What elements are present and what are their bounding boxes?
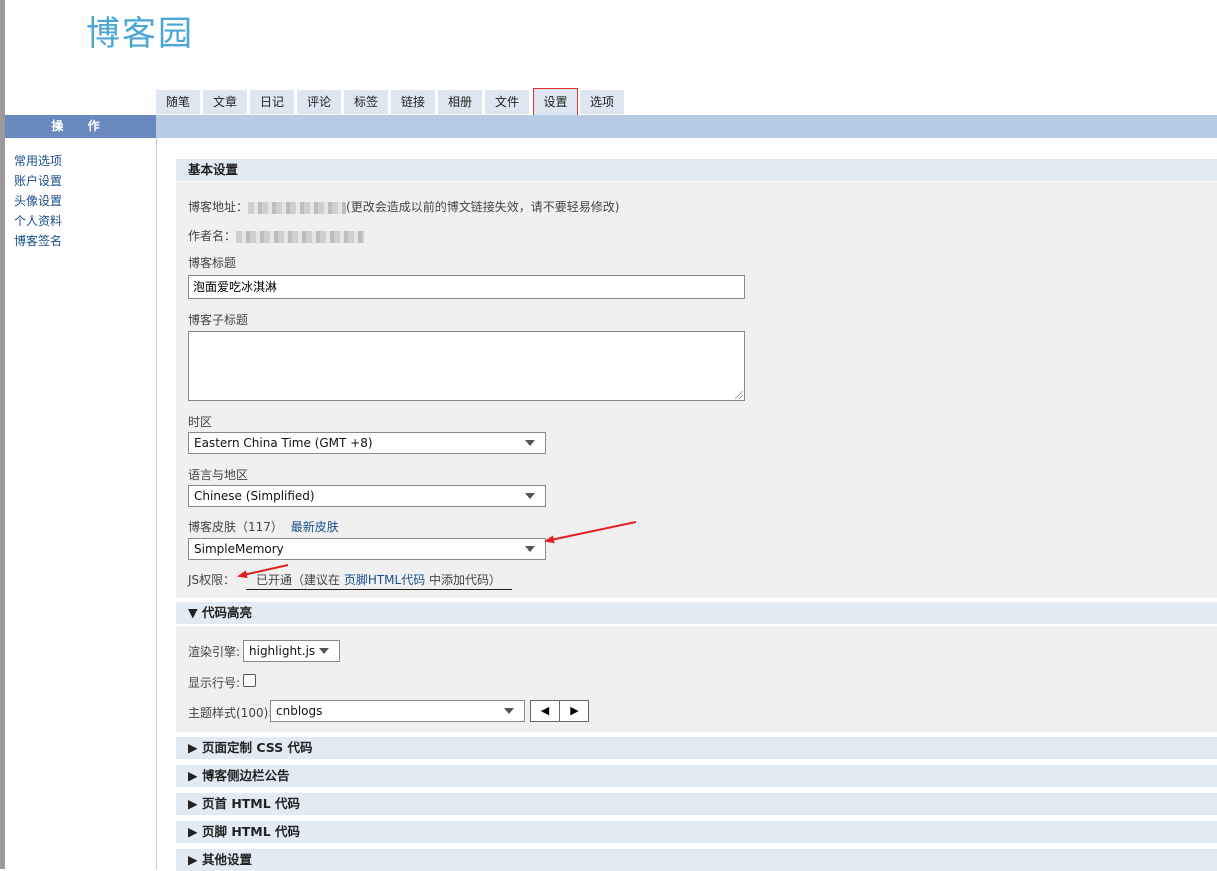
basic-settings-header: 基本设置: [176, 159, 1217, 181]
engine-select[interactable]: highlight.js: [243, 640, 340, 662]
timezone-label: 时区: [188, 415, 213, 429]
chevron-down-icon: [525, 546, 535, 552]
blog-url-note: (更改会造成以前的博文链接失效，请不要轻易修改): [346, 200, 620, 214]
chevron-down-icon: [319, 648, 329, 654]
engine-label: 渲染引擎:: [188, 645, 241, 659]
tab-diary[interactable]: 日记: [250, 90, 294, 114]
sidebar-item-avatar[interactable]: 头像设置: [14, 191, 62, 211]
chevron-down-icon: [525, 440, 535, 446]
chevron-down-icon: [504, 708, 514, 714]
custom-css-section[interactable]: ▶ 页面定制 CSS 代码: [176, 737, 1217, 759]
engine-value: highlight.js: [249, 644, 316, 658]
skin-select[interactable]: SimpleMemory: [188, 538, 546, 560]
tab-links[interactable]: 链接: [391, 90, 435, 114]
resize-grip-icon[interactable]: [735, 391, 743, 399]
blog-url-label: 博客地址：: [188, 200, 249, 214]
author-label: 作者名：: [188, 229, 237, 243]
js-permission-status: 已开通（建议在 页脚HTML代码 中添加代码）: [246, 571, 512, 590]
blog-url-row: 博客地址： (更改会造成以前的博文链接失效，请不要轻易修改): [188, 198, 619, 215]
header-html-section[interactable]: ▶ 页首 HTML 代码: [176, 793, 1217, 815]
prev-theme-button[interactable]: ◀: [531, 701, 560, 721]
timezone-value: Eastern China Time (GMT +8): [194, 436, 373, 450]
js-permission-label: JS权限：: [188, 573, 236, 587]
tab-album[interactable]: 相册: [438, 90, 482, 114]
sidebar-item-signature[interactable]: 博客签名: [14, 231, 62, 251]
line-numbers-checkbox[interactable]: [243, 674, 256, 687]
tab-comments[interactable]: 评论: [297, 90, 341, 114]
tab-files[interactable]: 文件: [485, 90, 529, 114]
blog-title-input[interactable]: 泡面爱吃冰淇淋: [188, 275, 745, 299]
blog-url-redacted: [248, 201, 347, 214]
skin-value: SimpleMemory: [194, 542, 284, 556]
author-redacted: [236, 230, 365, 243]
sidebar-nav: 常用选项 账户设置 头像设置 个人资料 博客签名: [14, 151, 62, 251]
title-label: 博客标题: [188, 256, 237, 270]
tab-content-bar: [156, 115, 1217, 138]
tab-posts[interactable]: 随笔: [156, 90, 200, 114]
locale-select[interactable]: Chinese (Simplified): [188, 485, 546, 507]
other-settings-section[interactable]: ▶ 其他设置: [176, 849, 1217, 871]
theme-select[interactable]: cnblogs: [270, 700, 525, 722]
js-status-suffix: 中添加代码）: [425, 573, 502, 587]
skin-label: 博客皮肤（117）: [188, 520, 283, 534]
blog-subtitle-textarea[interactable]: [188, 331, 745, 401]
locale-label: 语言与地区: [188, 468, 249, 482]
theme-label: 主题样式(100):: [188, 706, 273, 720]
locale-value: Chinese (Simplified): [194, 489, 315, 503]
tab-articles[interactable]: 文章: [203, 90, 247, 114]
tab-tags[interactable]: 标签: [344, 90, 388, 114]
theme-value: cnblogs: [276, 704, 323, 718]
logo-text: 博客园: [86, 14, 194, 54]
skin-row: 博客皮肤（117） 最新皮肤: [188, 518, 339, 535]
next-theme-button[interactable]: ▶: [560, 701, 589, 721]
sidebar-item-account[interactable]: 账户设置: [14, 171, 62, 191]
sidebar-notice-section[interactable]: ▶ 博客侧边栏公告: [176, 765, 1217, 787]
line-numbers-label: 显示行号:: [188, 676, 241, 690]
latest-skins-link[interactable]: 最新皮肤: [291, 520, 339, 534]
footer-html-section[interactable]: ▶ 页脚 HTML 代码: [176, 821, 1217, 843]
author-row: 作者名：: [188, 227, 365, 244]
sidebar-item-profile[interactable]: 个人资料: [14, 211, 62, 231]
timezone-select[interactable]: Eastern China Time (GMT +8): [188, 432, 546, 454]
footer-html-link[interactable]: 页脚HTML代码: [344, 573, 425, 587]
cnblogs-logo[interactable]: 博客园: [86, 14, 194, 54]
js-status-prefix: 已开通（建议在: [256, 573, 344, 587]
chevron-down-icon: [525, 493, 535, 499]
sidebar-header: 操 作: [5, 115, 156, 138]
subtitle-label: 博客子标题: [188, 313, 249, 327]
sidebar-divider: [156, 138, 157, 869]
code-highlight-header[interactable]: ▼ 代码高亮: [176, 602, 1217, 624]
sidebar-item-common-options[interactable]: 常用选项: [14, 151, 62, 171]
tab-options[interactable]: 选项: [580, 90, 624, 114]
theme-nav-buttons: ◀ ▶: [530, 700, 589, 722]
